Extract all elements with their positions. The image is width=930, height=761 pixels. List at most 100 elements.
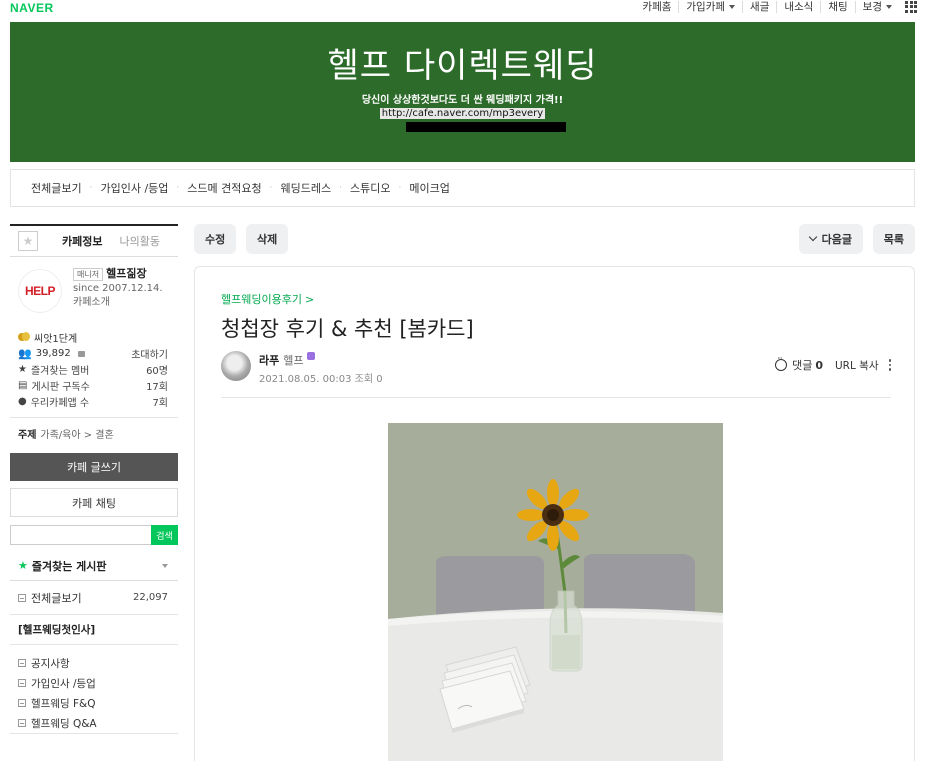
article-meta: 2021.08.05. 00:03 조회 0 [259, 370, 383, 385]
top-link-cafe-home[interactable]: 카페홈 [635, 1, 678, 13]
since-date: since 2007.12.14. [73, 283, 163, 294]
app-icon: ● [18, 395, 27, 407]
chevron-right-icon: > [304, 293, 315, 306]
cafe-search-input[interactable] [10, 525, 151, 545]
banner-title: 헬프 다이렉트웨딩 [327, 46, 598, 86]
banner-redaction-bar [406, 122, 566, 132]
top-link-my-news[interactable]: 내소식 [776, 1, 820, 13]
article: 헬프웨딩이용후기 > 청첩장 후기 & 추천 [봄카드] 라푸 헬프 2021.08… [194, 266, 915, 761]
list-button[interactable]: 목록 [872, 224, 915, 254]
member-count[interactable]: 39,892 [36, 348, 71, 359]
board-item-notice[interactable]: 공지사항 [10, 653, 178, 673]
cafe-profile: HELP 매니저 헬프짊장 since 2007.12.14. 카페소개 [10, 267, 178, 323]
cafe-stats: 씨앗1단계 👥 39,892 초대하기 ★ 즐겨찾는 멤버 60명 ▤ 게시판 구독수… [10, 329, 178, 409]
sidebar: ★ 카페정보 나의활동 HELP 매니저 헬프짊장 since 2007.12.1… [10, 224, 178, 734]
comment-icon [775, 354, 788, 371]
menu-studio[interactable]: 스튜디오 [350, 180, 390, 196]
menu-separator: · [89, 183, 93, 193]
more-vertical-icon[interactable] [888, 359, 891, 371]
tab-my-activity[interactable]: 나의활동 [119, 233, 159, 249]
author-name[interactable]: 라푸 [259, 354, 279, 367]
lock-icon [77, 351, 85, 357]
board-list-icon [18, 679, 26, 687]
level-row: 씨앗1단계 [10, 329, 178, 345]
menu-wedding-dress[interactable]: 웨딩드레스 [281, 180, 332, 196]
article-date: 2021.08.05. 00:03 [259, 374, 352, 385]
sunflower-photo-svg [388, 423, 723, 761]
level-badge-icon [306, 352, 315, 360]
search-button[interactable]: 검색 [151, 525, 178, 545]
board-list-icon [18, 719, 26, 727]
cafe-logo-avatar[interactable]: HELP [18, 269, 62, 313]
cafe-write-button[interactable]: 카페 글쓰기 [10, 453, 178, 481]
next-post-button[interactable]: 다음글 [798, 224, 863, 254]
sidebar-tabs: ★ 카페정보 나의활동 [10, 224, 178, 257]
members-row: 👥 39,892 초대하기 [10, 345, 178, 361]
banner-subtitle: 당신이 상상한것보다도 더 싼 웨딩패키지 가격!! [361, 95, 564, 106]
board-icon: ▤ [18, 379, 28, 391]
chevron-down-icon [808, 232, 817, 242]
cafe-banner[interactable]: 헬프 다이렉트웨딩 당신이 상상한것보다도 더 싼 웨딩패키지 가격!! htt… [10, 22, 915, 162]
menu-separator: · [176, 183, 180, 193]
url-copy-button[interactable]: URL 복사 [835, 358, 879, 373]
invite-link[interactable]: 초대하기 [131, 346, 168, 361]
cafe-intro-link[interactable]: 카페소개 [73, 296, 163, 310]
board-list: 공지사항 가입인사 /등업 헬프웨딩 F&Q 헬프웨딩 Q&A [10, 645, 178, 734]
board-all-posts[interactable]: 전체글보기 22,097 [10, 581, 178, 615]
author-name-row: 라푸 헬프 [259, 352, 315, 368]
article-toolbar: 수정 삭제 다음글 목록 [194, 224, 915, 254]
cafe-search: 검색 [10, 525, 178, 545]
author-avatar[interactable] [221, 351, 251, 381]
top-link-user[interactable]: 보경 [854, 1, 899, 13]
green-star-icon: ★ [18, 559, 28, 572]
apps-grid-icon[interactable] [905, 0, 918, 14]
menu-separator: · [398, 183, 402, 193]
caret-down-icon [729, 5, 736, 9]
manager-badge: 매니저 [73, 267, 104, 281]
article-actions: 댓글0 URL 복사 [775, 354, 891, 373]
delete-button[interactable]: 삭제 [246, 224, 289, 254]
article-photo[interactable] [388, 423, 723, 761]
chevron-down-icon [162, 563, 168, 568]
menu-all-posts[interactable]: 전체글보기 [31, 180, 82, 196]
star-small-icon: ★ [18, 363, 27, 375]
all-posts-count: 22,097 [133, 592, 168, 603]
manager-info: 매니저 헬프짊장 since 2007.12.14. 카페소개 [73, 267, 163, 310]
naver-logo[interactable]: NAVER [10, 1, 54, 15]
help-logo: HELP [24, 284, 56, 298]
board-group-title: [헬프웨딩첫인사] [10, 615, 178, 645]
star-icon[interactable]: ★ [18, 231, 38, 251]
article-category-link[interactable]: 헬프웨딩이용후기 > [221, 291, 314, 307]
menu-quote-request[interactable]: 스드메 견적요청 [187, 180, 261, 196]
board-item-qna[interactable]: 헬프웨딩 Q&A [10, 713, 178, 733]
edit-button[interactable]: 수정 [194, 224, 237, 254]
members-icon: 👥 [18, 346, 32, 360]
top-link-joined-cafes[interactable]: 가입카페 [678, 1, 742, 13]
article-title: 청첩장 후기 & 추천 [봄카드] [221, 317, 474, 341]
board-subscribe-row: ▤ 게시판 구독수 17회 [18, 379, 168, 393]
top-link-chat[interactable]: 채팅 [820, 1, 854, 13]
board-list-icon [18, 699, 26, 707]
menu-separator: · [269, 183, 273, 193]
cafe-level[interactable]: 씨앗1단계 [34, 330, 77, 345]
author-level: 헬프 [283, 354, 304, 367]
cafe-chat-button[interactable]: 카페 채팅 [10, 488, 178, 517]
tab-cafe-info[interactable]: 카페정보 [62, 233, 102, 249]
board-item-join-greeting[interactable]: 가입인사 /등업 [10, 673, 178, 693]
cafe-menu-bar: 전체글보기 · 가입인사 /등업 · 스드메 견적요청 · 웨딩드레스 · 스튜… [10, 169, 915, 207]
article-author-info: 라푸 헬프 2021.08.05. 00:03 조회 0 댓글0 URL 복사 [221, 351, 891, 385]
top-link-new-posts[interactable]: 새글 [742, 1, 776, 13]
menu-join-greeting[interactable]: 가입인사 /등업 [100, 180, 168, 196]
menu-makeup[interactable]: 메이크업 [409, 180, 449, 196]
article-views: 조회 0 [354, 374, 383, 385]
cafe-app-row: ● 우리카페앱 수 7회 [18, 395, 168, 409]
board-item-faq[interactable]: 헬프웨딩 F&Q [10, 693, 178, 713]
comments-link[interactable]: 댓글 [792, 357, 812, 373]
article-divider [221, 397, 891, 398]
top-nav: 카페홈 가입카페 새글 내소식 채팅 보경 [635, 0, 918, 14]
comments-count: 0 [815, 358, 823, 372]
favorite-boards-header[interactable]: ★ 즐겨찾는 게시판 [10, 551, 178, 581]
caret-down-icon [886, 5, 892, 9]
banner-url: http://cafe.naver.com/mp3every [379, 108, 546, 119]
manager-name[interactable]: 헬프짊장 [106, 267, 146, 280]
